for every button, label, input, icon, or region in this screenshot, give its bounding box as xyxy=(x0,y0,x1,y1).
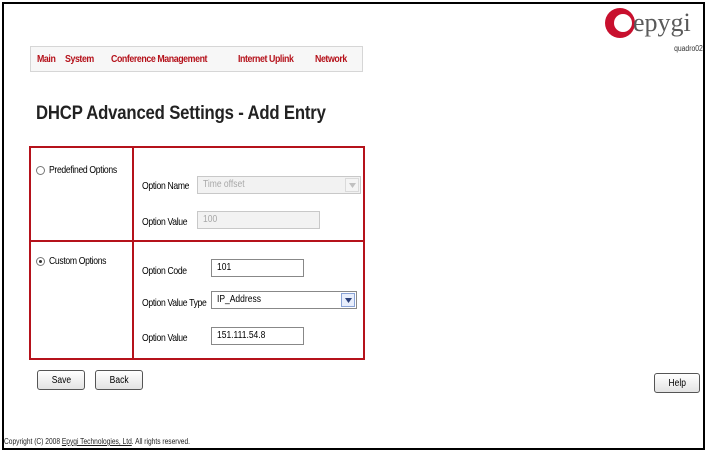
copyright-footer: Copyright (C) 2008 Epygi Technologies, L… xyxy=(4,436,190,446)
help-button[interactable]: Help xyxy=(654,373,700,393)
custom-option-value-label: Option Value xyxy=(142,332,188,344)
option-name-select[interactable]: Time offset xyxy=(197,176,361,194)
footer-suffix: . All rights reserved. xyxy=(131,436,190,446)
predefined-options-radio[interactable] xyxy=(36,166,45,175)
custom-options-radio-row[interactable] xyxy=(36,257,49,266)
epygi-logo: epygi quadro02 xyxy=(603,6,703,62)
footer-prefix: Copyright (C) 2008 xyxy=(4,436,62,446)
nav-item-network[interactable]: Network xyxy=(315,53,347,65)
chevron-down-icon xyxy=(345,178,359,192)
page-title: DHCP Advanced Settings - Add Entry xyxy=(36,103,326,124)
logo-wordmark: epygi xyxy=(633,8,691,37)
device-model: quadro02 xyxy=(674,44,703,53)
predefined-option-value-label: Option Value xyxy=(142,216,188,228)
options-divider-horizontal xyxy=(29,240,365,242)
custom-options-label: Custom Options xyxy=(49,255,107,267)
option-value-type-label: Option Value Type xyxy=(142,297,207,309)
back-button[interactable]: Back xyxy=(95,370,143,390)
chevron-down-icon xyxy=(341,293,355,307)
custom-options-radio[interactable] xyxy=(36,257,45,266)
footer-company-link[interactable]: Epygi Technologies, Ltd xyxy=(62,436,132,446)
option-value-type-select[interactable]: IP_Address xyxy=(211,291,357,309)
top-navigation: Main System Conference Management Intern… xyxy=(30,46,363,72)
predefined-options-label: Predefined Options xyxy=(49,164,117,176)
nav-item-system[interactable]: System xyxy=(65,53,94,65)
custom-option-value-input[interactable]: 151.111.54.8 xyxy=(211,327,304,345)
option-code-label: Option Code xyxy=(142,265,187,277)
options-divider-vertical xyxy=(132,146,134,360)
predefined-option-value-input[interactable]: 100 xyxy=(197,211,320,229)
option-name-label: Option Name xyxy=(142,180,190,192)
nav-item-conference-management[interactable]: Conference Management xyxy=(111,53,207,65)
epygi-logo-mark-icon xyxy=(605,8,635,38)
nav-item-main[interactable]: Main xyxy=(37,53,56,65)
save-button[interactable]: Save xyxy=(37,370,85,390)
option-code-input[interactable]: 101 xyxy=(211,259,304,277)
predefined-options-radio-row[interactable] xyxy=(36,166,49,175)
nav-item-internet-uplink[interactable]: Internet Uplink xyxy=(238,53,294,65)
